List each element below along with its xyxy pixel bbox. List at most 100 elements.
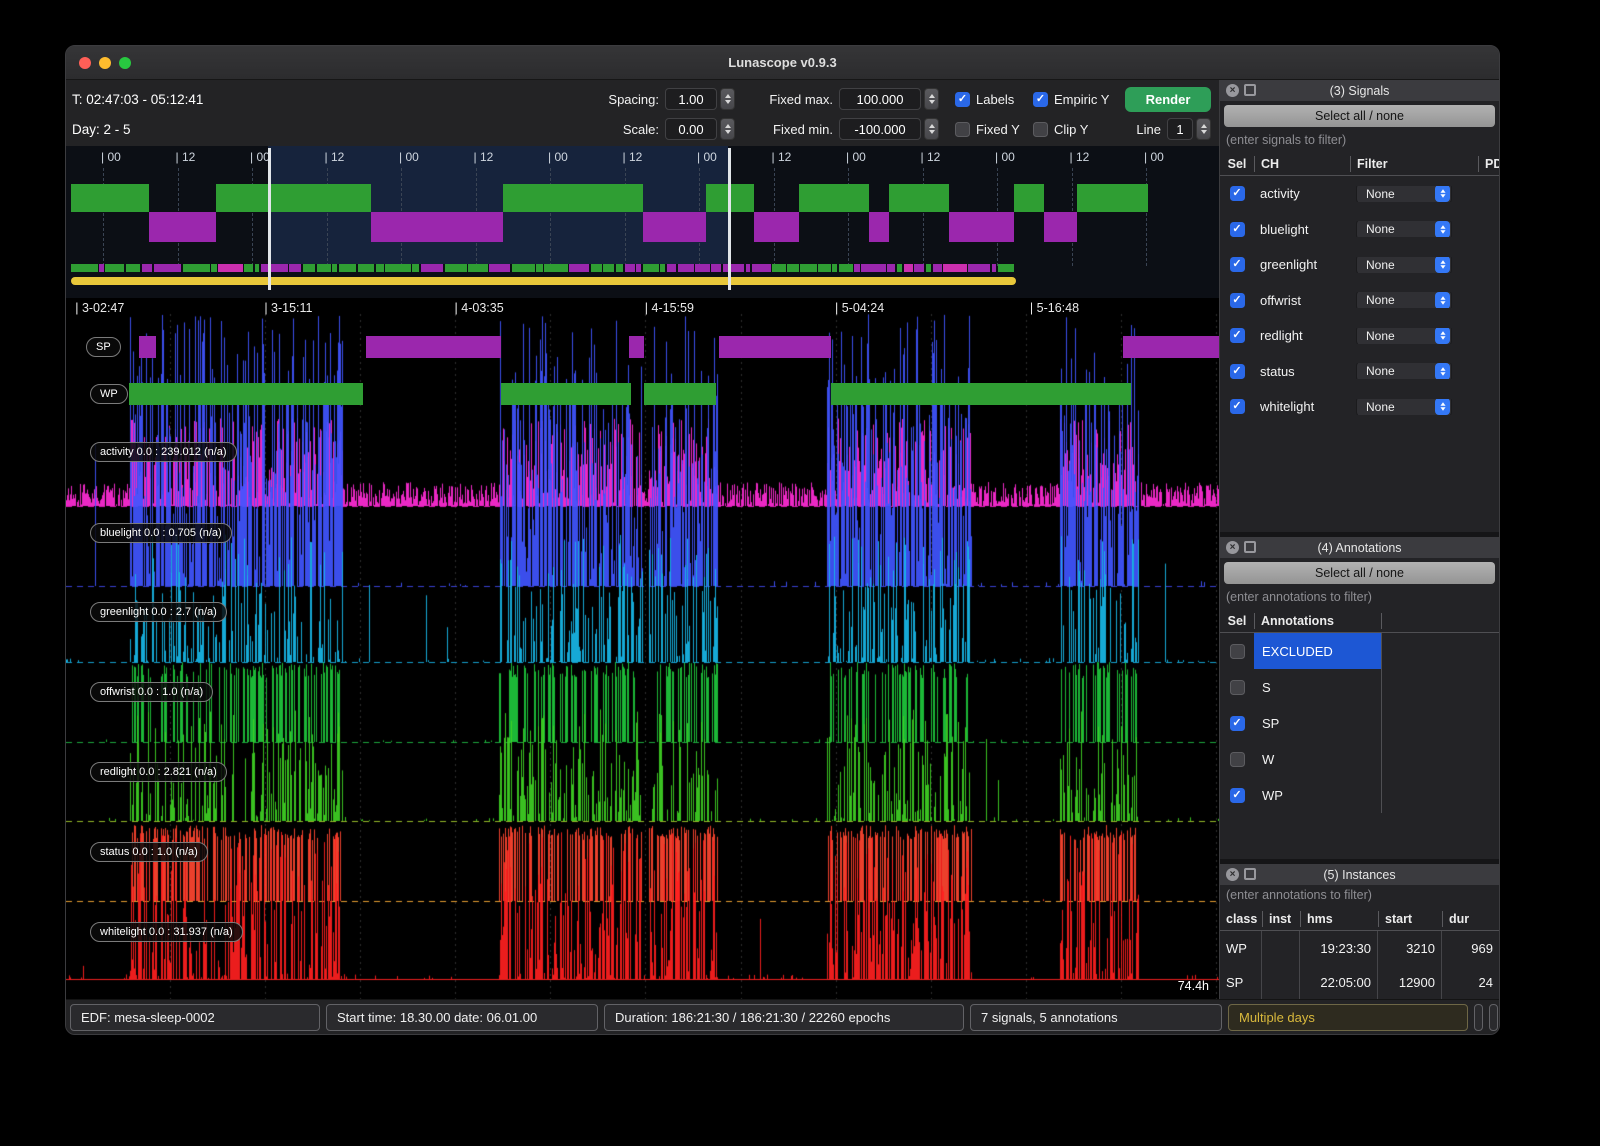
overview-strip-chip	[339, 264, 356, 272]
scale-stepper[interactable]	[720, 118, 735, 140]
signal-filter-cell: None	[1350, 186, 1478, 202]
render-button[interactable]: Render	[1125, 87, 1211, 112]
overview-strip-chip	[695, 264, 709, 272]
signal-filter-dropdown-whitelight[interactable]: None	[1356, 399, 1452, 415]
scale-input[interactable]: 0.00	[665, 118, 717, 140]
signal-sel-cell	[1220, 221, 1254, 237]
spacing-stepper[interactable]	[720, 88, 735, 110]
signal-row[interactable]: offwristNone	[1220, 283, 1499, 319]
signal-name: activity	[1254, 186, 1350, 202]
signals-header-pdi: PDI	[1478, 156, 1499, 172]
signal-filter-dropdown-status[interactable]: None	[1356, 363, 1452, 379]
chevron-up-down-icon	[1435, 292, 1450, 308]
down-arrow-icon	[929, 130, 935, 134]
overview-strip-chip	[678, 264, 694, 272]
clip-y-checkbox[interactable]	[1033, 122, 1048, 137]
line-stepper[interactable]	[1196, 118, 1211, 140]
overview-tick: | 12	[325, 150, 345, 164]
overview-timeline[interactable]: | 00| 12| 00| 12| 00| 12| 00| 12| 00| 12…	[66, 146, 1219, 298]
annotation-row[interactable]: WP	[1220, 777, 1499, 813]
empiric-y-checkbox[interactable]	[1033, 92, 1048, 107]
line-input[interactable]: 1	[1167, 118, 1193, 140]
signal-filter-dropdown-redlight[interactable]: None	[1356, 328, 1452, 344]
overview-cursor[interactable]	[728, 148, 731, 290]
spacing-input[interactable]: 1.00	[665, 88, 717, 110]
signal-row[interactable]: redlightNone	[1220, 318, 1499, 354]
signal-filter-dropdown-greenlight[interactable]: None	[1356, 257, 1452, 273]
instances-filter-input[interactable]	[1226, 885, 1493, 905]
signal-checkbox-status[interactable]	[1230, 364, 1245, 379]
overview-strip-chip	[660, 264, 665, 272]
detach-panel-icon[interactable]	[1244, 868, 1256, 880]
scale-label: Scale:	[597, 122, 659, 137]
fixed-max-stepper[interactable]	[924, 88, 939, 110]
signal-label-activity: activity 0.0 : 239.012 (n/a)	[90, 442, 237, 462]
titlebar[interactable]: Lunascope v0.9.3	[66, 46, 1499, 80]
signal-checkbox-offwrist[interactable]	[1230, 293, 1245, 308]
fixed-min-stepper[interactable]	[924, 118, 939, 140]
signal-row[interactable]: whitelightNone	[1220, 389, 1499, 425]
signal-row[interactable]: statusNone	[1220, 354, 1499, 390]
annotations-table-header: Sel Annotations	[1220, 609, 1499, 633]
signals-filter-input[interactable]	[1226, 130, 1493, 150]
overview-cursor[interactable]	[268, 148, 271, 290]
detach-panel-icon[interactable]	[1244, 84, 1256, 96]
annotation-checkbox-W[interactable]	[1230, 752, 1245, 767]
labels-checkbox[interactable]	[955, 92, 970, 107]
zoom-window-button[interactable]	[119, 57, 131, 69]
overview-hypnogram	[66, 170, 1219, 258]
dropdown-value: None	[1357, 222, 1435, 236]
annotation-name: S	[1254, 669, 1382, 705]
overview-sleep-segment	[949, 212, 1014, 242]
signal-checkbox-whitelight[interactable]	[1230, 399, 1245, 414]
overview-strip-chip	[412, 264, 419, 272]
fixed-max-input[interactable]: 100.000	[839, 88, 921, 110]
day-range-label: Day: 2 - 5	[72, 122, 322, 137]
overview-tick: | 00	[399, 150, 419, 164]
annotation-checkbox-WP[interactable]	[1230, 788, 1245, 803]
signal-filter-dropdown-activity[interactable]: None	[1356, 186, 1452, 202]
fixed-min-input[interactable]: -100.000	[839, 118, 921, 140]
annotation-checkbox-EXCLUDED[interactable]	[1230, 644, 1245, 659]
overview-strip-chip	[839, 264, 853, 272]
signal-row[interactable]: bluelightNone	[1220, 212, 1499, 248]
line-label: Line	[1136, 122, 1161, 137]
overview-wake-segment	[503, 184, 643, 212]
annotation-row[interactable]: SP	[1220, 705, 1499, 741]
minimize-window-button[interactable]	[99, 57, 111, 69]
signal-plot[interactable]: 74.4h | 3-02:47| 3-15:11| 4-03:35| 4-15:…	[66, 298, 1219, 999]
spacing-label: Spacing:	[597, 92, 659, 107]
signal-filter-cell: None	[1350, 257, 1478, 273]
overview-tick-row: | 00| 12| 00| 12| 00| 12| 00| 12| 00| 12…	[66, 150, 1219, 166]
annotation-row[interactable]: S	[1220, 669, 1499, 705]
overview-strip-chip	[261, 264, 288, 272]
annotation-row[interactable]: EXCLUDED	[1220, 633, 1499, 669]
close-panel-icon[interactable]	[1226, 84, 1239, 97]
annotations-filter-input[interactable]	[1226, 587, 1493, 607]
signal-checkbox-redlight[interactable]	[1230, 328, 1245, 343]
annotation-row[interactable]: W	[1220, 741, 1499, 777]
annotation-checkbox-SP[interactable]	[1230, 716, 1245, 731]
overview-strip-chip	[643, 264, 659, 272]
status-extra-1	[1474, 1004, 1483, 1031]
signal-row[interactable]: activity None	[1220, 176, 1499, 212]
annotation-checkbox-S[interactable]	[1230, 680, 1245, 695]
annotations-select-all-button[interactable]: Select all / none	[1224, 562, 1495, 584]
signal-row[interactable]: greenlightNone	[1220, 247, 1499, 283]
overview-wake-segment	[71, 184, 149, 212]
signal-checkbox-activity[interactable]	[1230, 186, 1245, 201]
signal-filter-dropdown-offwrist[interactable]: None	[1356, 292, 1452, 308]
signals-select-all-button[interactable]: Select all / none	[1224, 105, 1495, 127]
signal-filter-dropdown-bluelight[interactable]: None	[1356, 221, 1452, 237]
signal-checkbox-greenlight[interactable]	[1230, 257, 1245, 272]
detach-panel-icon[interactable]	[1244, 541, 1256, 553]
fixed-y-checkbox[interactable]	[955, 122, 970, 137]
close-panel-icon[interactable]	[1226, 868, 1239, 881]
overview-strip-chip	[897, 264, 902, 272]
close-panel-icon[interactable]	[1226, 541, 1239, 554]
signal-checkbox-bluelight[interactable]	[1230, 222, 1245, 237]
close-window-button[interactable]	[79, 57, 91, 69]
instance-row[interactable]: WP19:23:303210969	[1220, 931, 1499, 965]
instance-row[interactable]: SP22:05:001290024	[1220, 965, 1499, 999]
overview-strip-chip	[126, 264, 140, 272]
